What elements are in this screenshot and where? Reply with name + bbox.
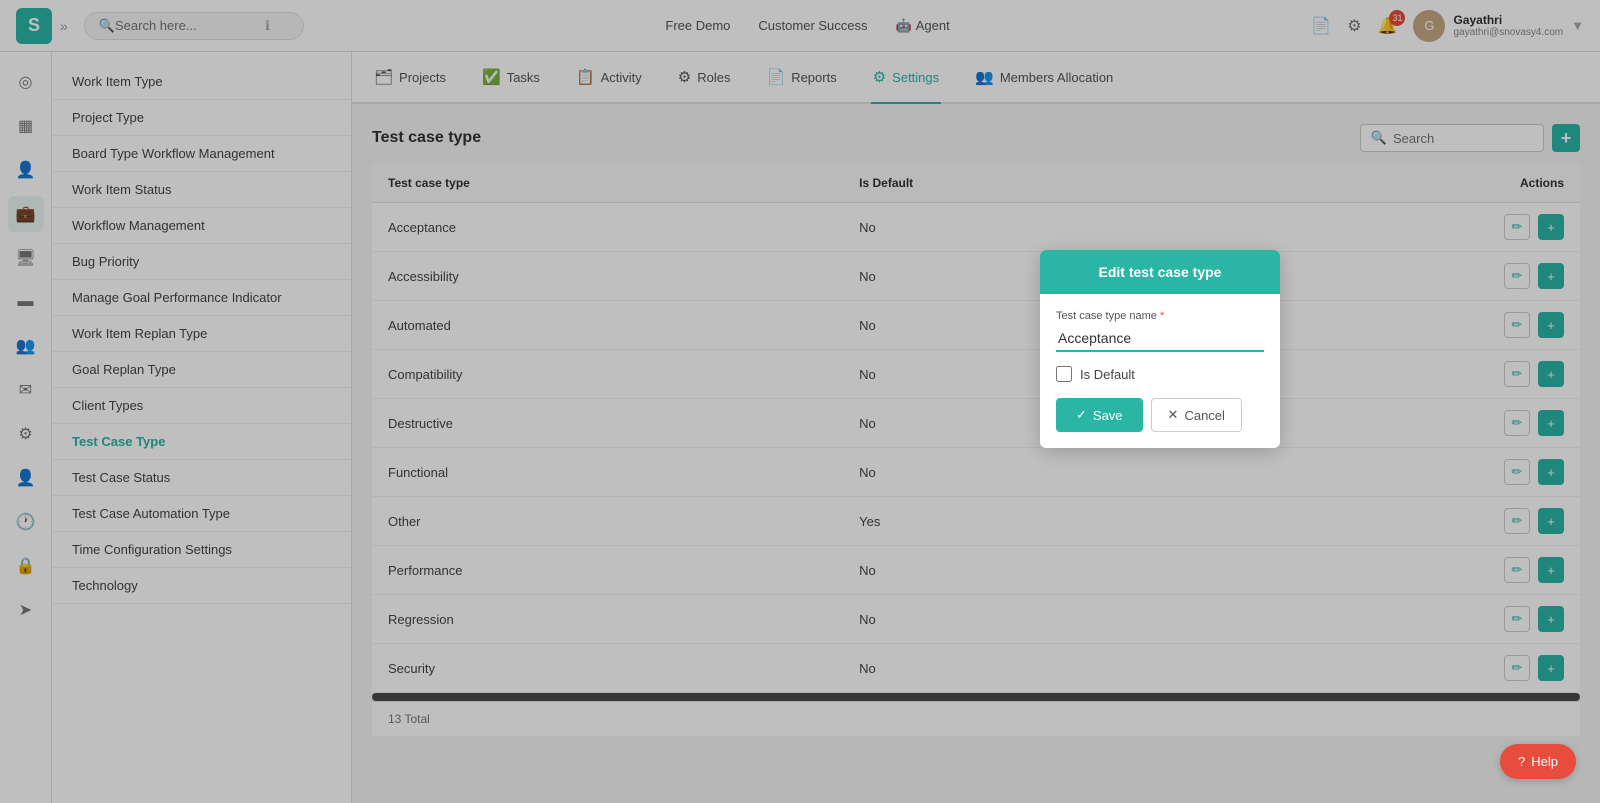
help-icon: ? [1518,754,1525,769]
is-default-label: Is Default [1080,367,1135,382]
help-button[interactable]: ? Help [1500,744,1576,779]
type-name-input[interactable] [1056,326,1264,352]
required-mark: * [1160,310,1164,322]
save-button[interactable]: ✓ Save [1056,398,1143,432]
edit-modal: Edit test case type Test case type name … [1040,250,1280,448]
x-icon: ✕ [1168,407,1179,423]
cancel-button[interactable]: ✕ Cancel [1151,398,1242,432]
check-icon: ✓ [1076,407,1087,423]
modal-overlay: Edit test case type Test case type name … [0,0,1600,803]
is-default-checkbox[interactable] [1056,366,1072,382]
default-checkbox-row: Is Default [1056,366,1264,382]
modal-buttons: ✓ Save ✕ Cancel [1056,398,1264,432]
field-label: Test case type name * [1056,310,1264,322]
modal-body: Test case type name * Is Default ✓ Save … [1040,294,1280,448]
modal-header: Edit test case type [1040,250,1280,294]
